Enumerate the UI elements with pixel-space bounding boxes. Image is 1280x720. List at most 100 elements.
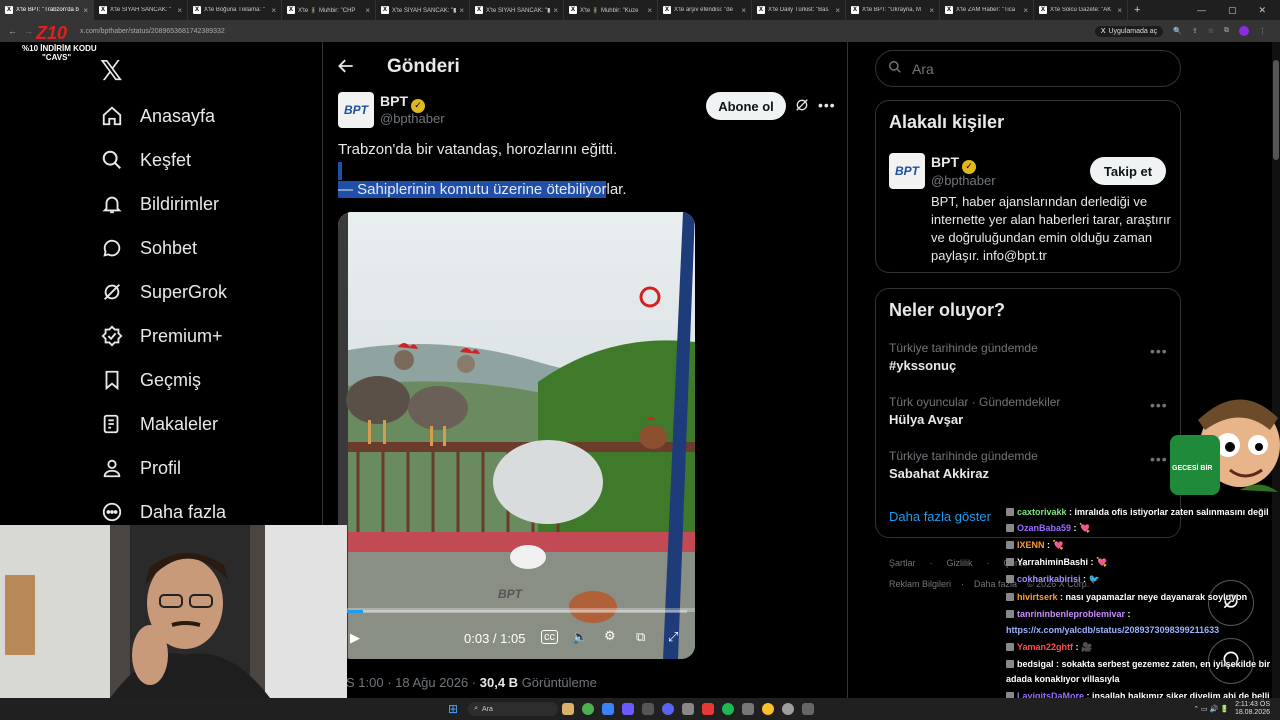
discord-icon[interactable]: [662, 703, 675, 715]
nav-item-supergrok[interactable]: SuperGrok: [100, 277, 227, 307]
x-logo-icon[interactable]: 𝕏: [100, 54, 123, 87]
author-avatar[interactable]: BPT: [338, 92, 374, 128]
close-tab-icon[interactable]: ×: [271, 6, 276, 15]
nav-item-notifications[interactable]: Bildirimler: [100, 189, 219, 219]
close-tab-icon[interactable]: ×: [459, 6, 464, 15]
nav-item-premium[interactable]: Premium+: [100, 321, 223, 351]
related-handle[interactable]: @bpthaber: [931, 173, 996, 188]
app-icon[interactable]: [802, 703, 815, 715]
grok-float-button[interactable]: [1208, 580, 1254, 626]
store-icon[interactable]: [602, 703, 615, 715]
back-arrow-icon[interactable]: [336, 56, 360, 80]
trend-more-icon[interactable]: •••: [1150, 397, 1168, 413]
app-icon[interactable]: [622, 703, 635, 715]
close-tab-icon[interactable]: ×: [929, 6, 934, 15]
browser-tab[interactable]: X X'te Boğuna Tıklama: " ×: [188, 0, 282, 20]
browser-tab[interactable]: X X'te SİYAH SANCAK: "▮ ×: [376, 0, 470, 20]
close-tab-icon[interactable]: ×: [1117, 6, 1122, 15]
close-tab-icon[interactable]: ×: [553, 6, 558, 15]
share-icon[interactable]: ⇪: [1192, 27, 1198, 35]
browser-tab[interactable]: X X'te ZAM Haber: "Tica ×: [940, 0, 1034, 20]
pip-icon[interactable]: ⧉: [636, 629, 645, 645]
nav-item-home[interactable]: Anasayfa: [100, 101, 215, 131]
browser-tab[interactable]: X X'te 🚦 Muhbir: "CHP ×: [282, 0, 376, 20]
app-icon[interactable]: [642, 703, 655, 715]
trend-name[interactable]: Sabahat Akkiraz: [889, 466, 989, 481]
browser-tab[interactable]: X X'te Solcu Gazete: "AK ×: [1034, 0, 1128, 20]
app-icon[interactable]: [682, 703, 695, 715]
fullscreen-icon[interactable]: ⤢: [668, 629, 678, 645]
author-handle[interactable]: @bpthaber: [380, 111, 445, 126]
new-tab-icon[interactable]: +: [1134, 4, 1140, 16]
obs-icon[interactable]: [782, 703, 795, 715]
browser-tab[interactable]: X X'te arşiv efendisi: "de ×: [658, 0, 752, 20]
tab-title: X'te BPT: "Ukrayna, M: [862, 7, 921, 13]
browser-tab[interactable]: X X'te BPT: "Trabzon'da b ×: [0, 0, 94, 20]
grok-icon[interactable]: [794, 97, 812, 115]
captions-icon[interactable]: cc: [541, 630, 558, 644]
browser-tab[interactable]: X X'te SİYAH SANCAK: "▮ ×: [470, 0, 564, 20]
trend-name[interactable]: Hülya Avşar: [889, 412, 963, 427]
related-avatar[interactable]: BPT: [889, 153, 925, 189]
close-tab-icon[interactable]: ×: [365, 6, 370, 15]
browser-tab[interactable]: X X'te Daily Türkist: "Bas ×: [752, 0, 846, 20]
volume-icon[interactable]: 🔈: [572, 629, 588, 645]
profile-avatar-icon[interactable]: [1239, 26, 1249, 36]
more-options-icon[interactable]: •••: [818, 97, 836, 113]
follow-button[interactable]: Takip et: [1090, 157, 1166, 185]
clock[interactable]: 2:11:43 ÖS 18.08.2026: [1235, 701, 1270, 717]
back-arrow-icon[interactable]: ←: [8, 26, 17, 36]
open-in-app-button[interactable]: X Uygulamada aç: [1094, 25, 1164, 37]
scrollbar[interactable]: [1272, 42, 1280, 698]
app-icon[interactable]: [762, 703, 775, 715]
close-tab-icon[interactable]: ×: [647, 6, 652, 15]
star-icon[interactable]: ☆: [1208, 27, 1214, 35]
footer-link[interactable]: Reklam Bilgileri: [889, 579, 951, 589]
tray-icons[interactable]: ⌃ ▭ 🔊 🔋: [1193, 705, 1229, 713]
close-tab-icon[interactable]: ×: [83, 6, 88, 15]
close-tab-icon[interactable]: ×: [835, 6, 840, 15]
close-window-icon[interactable]: ✕: [1258, 5, 1266, 16]
app-icon[interactable]: [702, 703, 715, 715]
trend-more-icon[interactable]: •••: [1150, 343, 1168, 359]
extensions-icon[interactable]: ⧉: [1224, 27, 1229, 35]
settings-gear-icon[interactable]: ⚙: [604, 628, 616, 644]
footer-link[interactable]: Gizlilik: [947, 558, 973, 568]
browser-tab[interactable]: X X'te SİYAH SANCAK: " ×: [94, 0, 188, 20]
browser-tab[interactable]: X X'te BPT: "Ukrayna, M ×: [846, 0, 940, 20]
app-icon[interactable]: [742, 703, 755, 715]
nav-item-history[interactable]: Geçmiş: [100, 365, 201, 395]
taskbar-search[interactable]: ⌕ Ara: [468, 702, 559, 716]
search-input[interactable]: Ara: [875, 50, 1181, 87]
search-icon: [100, 148, 124, 172]
author-name-row[interactable]: BPT ✓: [380, 93, 425, 113]
nav-item-explore[interactable]: Keşfet: [100, 145, 191, 175]
browser-tab[interactable]: X X'te 🚦 Muhbir: "Kuze ×: [564, 0, 658, 20]
close-tab-icon[interactable]: ×: [177, 6, 182, 15]
trend-name[interactable]: #ykssonuç: [889, 358, 956, 373]
url-field[interactable]: x.com/bpthaber/status/208965368174238933…: [80, 28, 225, 35]
subscribe-button[interactable]: Abone ol: [706, 92, 786, 120]
scrollbar-thumb[interactable]: [1273, 60, 1279, 160]
video-progress-track[interactable]: [346, 610, 687, 613]
play-icon[interactable]: ▶: [350, 630, 360, 646]
maximize-icon[interactable]: ▢: [1228, 5, 1237, 16]
trend-more-icon[interactable]: •••: [1150, 451, 1168, 467]
nav-item-profile[interactable]: Profil: [100, 453, 181, 483]
file-explorer-icon[interactable]: [562, 703, 575, 715]
browser-menu-icon[interactable]: ⋮: [1259, 27, 1266, 35]
windows-start-icon[interactable]: ⊞: [448, 702, 458, 716]
close-tab-icon[interactable]: ×: [1023, 6, 1028, 15]
video-player[interactable]: BPT ▶ 0:03 / 1:05 cc 🔈 ⚙ ⧉ ⤢: [338, 212, 695, 659]
spotify-icon[interactable]: [722, 703, 735, 715]
zoom-icon[interactable]: 🔍: [1173, 27, 1182, 35]
nav-item-more[interactable]: Daha fazla: [100, 497, 226, 527]
chrome-icon[interactable]: [582, 703, 595, 715]
close-tab-icon[interactable]: ×: [741, 6, 746, 15]
nav-item-articles[interactable]: Makaleler: [100, 409, 218, 439]
show-more-link[interactable]: Daha fazla göster: [889, 509, 991, 524]
nav-item-chat[interactable]: Sohbet: [100, 233, 197, 263]
related-name-row[interactable]: BPT ✓: [931, 154, 976, 174]
minimize-icon[interactable]: —: [1197, 5, 1206, 16]
footer-link[interactable]: Şartlar: [889, 558, 916, 568]
